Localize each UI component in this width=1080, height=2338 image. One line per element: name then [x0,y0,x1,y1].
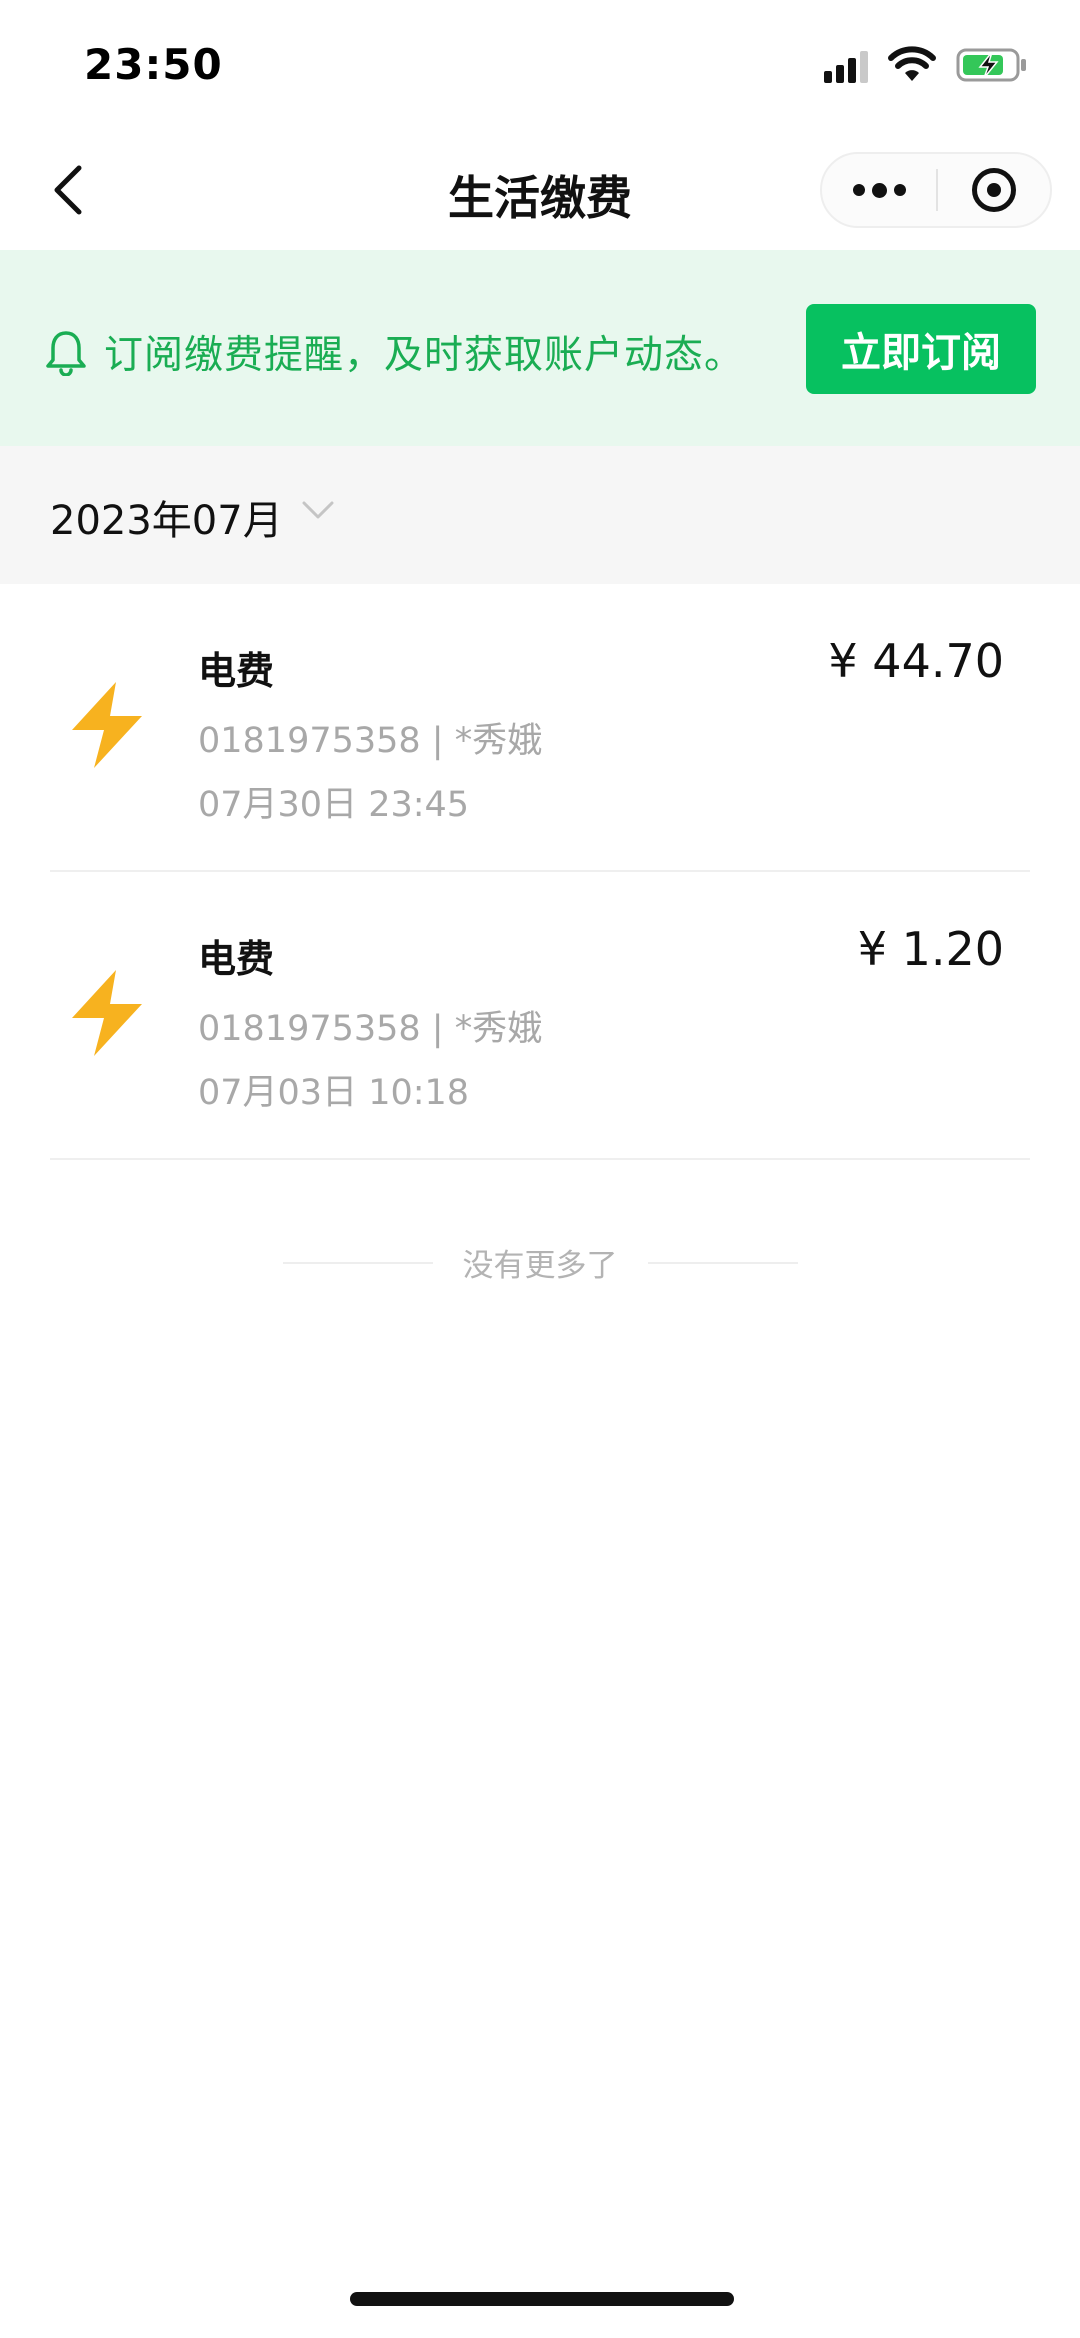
bell-icon [46,331,86,376]
record-account: 0181975358 | *秀娥 [198,1009,543,1049]
end-line-left [282,1261,433,1264]
wifi-icon [888,46,936,81]
home-indicator[interactable] [350,2292,734,2306]
chevron-down-icon[interactable] [300,498,336,522]
more-dots-icon [852,184,865,196]
end-line-right [647,1261,798,1264]
record-time: 07月30日 23:45 [198,785,470,825]
lightning-icon [72,682,142,768]
month-label[interactable]: 2023年07月 [50,488,283,546]
subscribe-button[interactable]: 立即订阅 [806,304,1036,394]
status-time: 23:50 [84,40,223,89]
mini-program-capsule [820,152,1052,228]
more-button[interactable] [822,154,936,226]
row-divider [50,1158,1030,1160]
close-mini-program-button[interactable] [938,154,1050,226]
nav-bar: 生活缴费 [0,130,1080,250]
record-title: 电费 [198,937,275,981]
payment-record[interactable]: 电费 ¥ 44.70 0181975358 | *秀娥 07月30日 23:45 [0,584,1080,872]
battery-charging-icon [956,48,1026,82]
payment-record[interactable]: 电费 ¥ 1.20 0181975358 | *秀娥 07月03日 10:18 [0,872,1080,1160]
record-title: 电费 [198,649,275,693]
status-icons [824,46,1028,84]
end-of-list-note: 没有更多了 [0,1240,1080,1285]
month-filter[interactable]: 2023年07月 [0,446,1080,584]
target-circle-icon [971,168,1016,212]
subscribe-banner: 订阅缴费提醒，及时获取账户动态。 立即订阅 [0,250,1080,446]
signal-icon [824,47,868,83]
record-amount: ¥ 44.70 [828,634,1004,688]
record-time: 07月03日 10:18 [198,1073,470,1113]
record-account: 0181975358 | *秀娥 [198,721,543,761]
status-bar: 23:50 [0,0,1080,130]
banner-text: 订阅缴费提醒，及时获取账户动态。 [104,333,745,378]
end-text: 没有更多了 [462,1248,618,1284]
payment-record-list: 电费 ¥ 44.70 0181975358 | *秀娥 07月30日 23:45… [0,584,1080,1160]
record-amount: ¥ 1.20 [857,922,1004,976]
lightning-icon [72,970,142,1056]
